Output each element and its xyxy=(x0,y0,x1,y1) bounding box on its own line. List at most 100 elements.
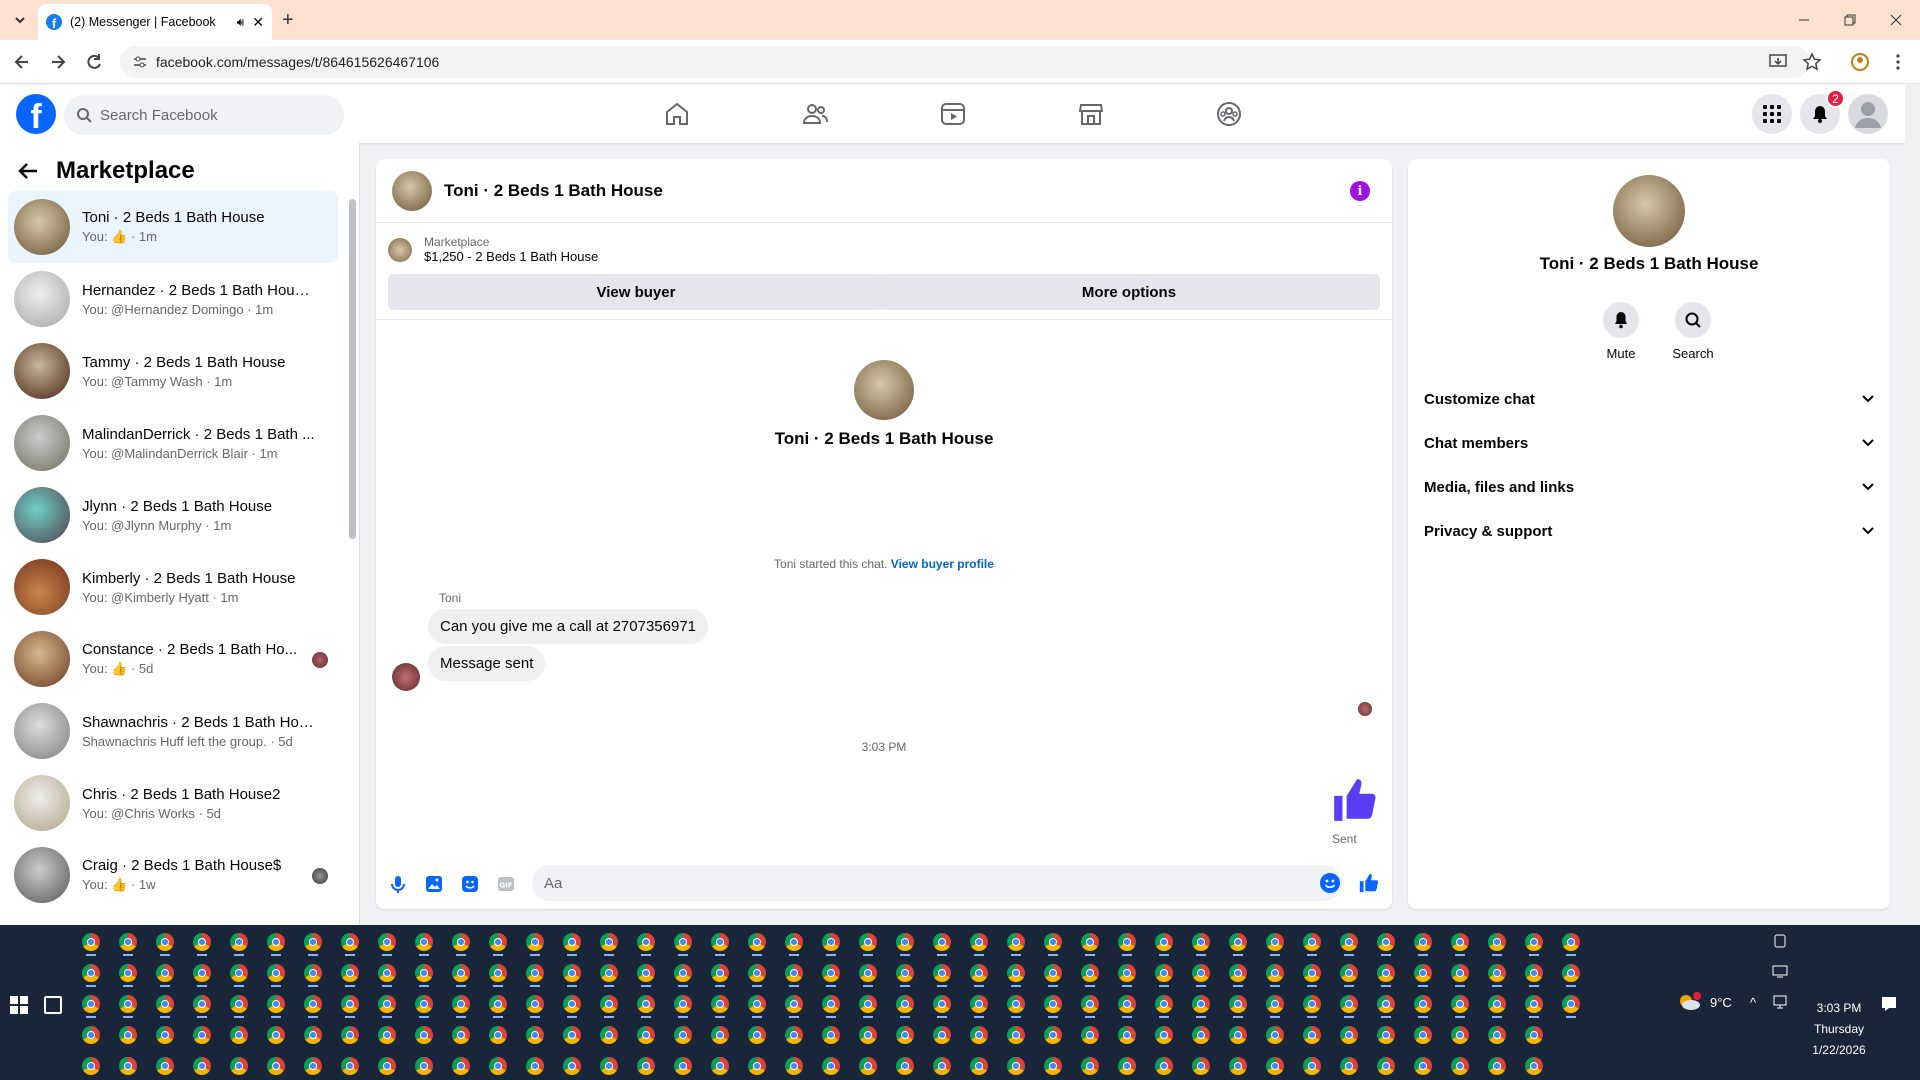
taskbar-app-icon[interactable] xyxy=(1044,933,1062,951)
taskbar-app-icon[interactable] xyxy=(304,1026,322,1044)
media-files-links-section[interactable]: Media, files and links xyxy=(1424,465,1874,509)
taskbar-app-icon[interactable] xyxy=(711,964,729,982)
taskbar-app-icon[interactable] xyxy=(859,964,877,982)
taskbar-app-icon[interactable] xyxy=(1229,1026,1247,1044)
taskbar-app-icon[interactable] xyxy=(859,1026,877,1044)
taskbar-app-icon[interactable] xyxy=(1303,1057,1321,1075)
browser-menu-icon[interactable] xyxy=(1888,52,1908,72)
taskbar-app-icon[interactable] xyxy=(1303,995,1321,1013)
taskbar-app-icon[interactable] xyxy=(896,1057,914,1075)
tab-search-icon[interactable] xyxy=(8,10,32,30)
taskbar-app-icon[interactable] xyxy=(600,964,618,982)
taskbar-app-icon[interactable] xyxy=(1562,933,1580,951)
taskbar-app-icon[interactable] xyxy=(600,933,618,951)
taskbar-app-icon[interactable] xyxy=(1266,995,1284,1013)
taskbar-app-icon[interactable] xyxy=(230,995,248,1013)
message-input[interactable]: Aa xyxy=(532,865,1342,901)
taskbar-app-icon[interactable] xyxy=(1007,1026,1025,1044)
privacy-support-section[interactable]: Privacy & support xyxy=(1424,509,1874,553)
conversation-item[interactable]: Kimberly · 2 Beds 1 Bath House You: @Kimb… xyxy=(8,551,338,623)
taskbar-app-icon[interactable] xyxy=(600,1057,618,1075)
taskbar-app-icon[interactable] xyxy=(193,1026,211,1044)
back-arrow-icon[interactable] xyxy=(16,159,40,183)
taskbar-app-icon[interactable] xyxy=(267,1057,285,1075)
video-icon[interactable] xyxy=(938,99,968,129)
taskbar-app-icon[interactable] xyxy=(82,995,100,1013)
taskbar-app-icon[interactable] xyxy=(378,1057,396,1075)
taskbar-app-icon[interactable] xyxy=(1303,964,1321,982)
taskbar-app-icon[interactable] xyxy=(1525,933,1543,951)
taskbar-app-icon[interactable] xyxy=(156,1057,174,1075)
taskbar-app-icon[interactable] xyxy=(1414,933,1432,951)
taskbar-app-icon[interactable] xyxy=(711,995,729,1013)
photo-icon[interactable] xyxy=(424,874,444,894)
taskbar-app-icon[interactable] xyxy=(267,964,285,982)
taskbar-app-icon[interactable] xyxy=(563,1057,581,1075)
friends-icon[interactable] xyxy=(800,99,830,129)
taskbar-app-icon[interactable] xyxy=(711,1026,729,1044)
taskbar-app-icon[interactable] xyxy=(489,964,507,982)
taskbar-app-icon[interactable] xyxy=(637,933,655,951)
taskbar-app-icon[interactable] xyxy=(1340,1057,1358,1075)
url-field[interactable]: facebook.com/messages/t/864615626467106 xyxy=(120,46,1810,78)
taskbar-app-icon[interactable] xyxy=(341,995,359,1013)
forward-icon[interactable] xyxy=(48,52,68,72)
taskbar-app-icon[interactable] xyxy=(1340,995,1358,1013)
taskbar-app-icon[interactable] xyxy=(304,964,322,982)
install-app-icon[interactable] xyxy=(1768,52,1788,72)
taskbar-app-icon[interactable] xyxy=(1340,933,1358,951)
taskbar-app-icon[interactable] xyxy=(1377,933,1395,951)
taskbar-app-icon[interactable] xyxy=(156,995,174,1013)
conversation-item[interactable]: Constance · 2 Beds 1 Bath Ho... You: 👍 · … xyxy=(8,623,338,695)
taskbar-app-icon[interactable] xyxy=(674,1057,692,1075)
taskbar-app-icon[interactable] xyxy=(1266,1057,1284,1075)
taskbar-app-icon[interactable] xyxy=(637,1026,655,1044)
taskbar-app-icon[interactable] xyxy=(822,1026,840,1044)
taskbar-app-icon[interactable] xyxy=(1081,933,1099,951)
like-send-icon[interactable] xyxy=(1358,872,1379,893)
close-tab-icon[interactable]: ✕ xyxy=(252,14,264,31)
taskbar-app-icon[interactable] xyxy=(785,1057,803,1075)
taskbar-app-icon[interactable] xyxy=(1525,1026,1543,1044)
taskbar-app-icon[interactable] xyxy=(711,933,729,951)
taskbar-app-icon[interactable] xyxy=(748,1057,766,1075)
taskbar-app-icon[interactable] xyxy=(82,1057,100,1075)
taskbar-app-icon[interactable] xyxy=(600,1026,618,1044)
chevron-up-icon[interactable]: ^ xyxy=(1750,995,1756,1010)
taskbar-app-icon[interactable] xyxy=(193,995,211,1013)
taskbar-app-icon[interactable] xyxy=(119,1026,137,1044)
menu-grid-icon[interactable] xyxy=(1752,94,1792,134)
taskbar-app-icon[interactable] xyxy=(119,964,137,982)
taskbar-app-icon[interactable] xyxy=(1451,1057,1469,1075)
taskbar-app-icon[interactable] xyxy=(452,995,470,1013)
taskbar-app-icon[interactable] xyxy=(230,1026,248,1044)
windows-start-icon[interactable] xyxy=(10,996,28,1014)
taskbar-app-icon[interactable] xyxy=(230,1057,248,1075)
mute-button[interactable]: Mute xyxy=(1591,302,1651,361)
listing-info[interactable]: Marketplace $1,250 - 2 Beds 1 Bath House xyxy=(388,235,598,264)
taskbar-app-icon[interactable] xyxy=(341,1026,359,1044)
taskbar-app-icon[interactable] xyxy=(82,964,100,982)
taskbar-app-icon[interactable] xyxy=(230,933,248,951)
conversation-item[interactable]: Hernandez · 2 Beds 1 Bath House2 You: @He… xyxy=(8,263,338,335)
taskbar-app-icon[interactable] xyxy=(970,964,988,982)
taskbar-app-icon[interactable] xyxy=(489,933,507,951)
taskbar-app-icon[interactable] xyxy=(896,964,914,982)
taskbar-app-icon[interactable] xyxy=(1266,1026,1284,1044)
customize-chat-section[interactable]: Customize chat xyxy=(1424,377,1874,421)
taskbar-app-icon[interactable] xyxy=(1525,964,1543,982)
view-buyer-profile-link[interactable]: View buyer profile xyxy=(891,557,994,571)
taskbar-app-icon[interactable] xyxy=(785,1026,803,1044)
taskbar-app-icon[interactable] xyxy=(970,1026,988,1044)
message-bubble[interactable]: Can you give me a call at 2707356971 xyxy=(428,609,709,644)
taskbar-app-icon[interactable] xyxy=(1044,995,1062,1013)
taskbar-app-icon[interactable] xyxy=(748,964,766,982)
taskbar-app-icon[interactable] xyxy=(230,964,248,982)
taskbar-app-icon[interactable] xyxy=(1007,933,1025,951)
taskbar-app-icon[interactable] xyxy=(1229,933,1247,951)
taskbar-app-icon[interactable] xyxy=(415,933,433,951)
site-info-icon[interactable] xyxy=(132,54,148,70)
conversation-item[interactable]: Craig · 2 Beds 1 Bath House$ You: 👍 · 1w xyxy=(8,839,338,911)
taskbar-app-icon[interactable] xyxy=(711,1057,729,1075)
microphone-icon[interactable] xyxy=(388,874,408,894)
